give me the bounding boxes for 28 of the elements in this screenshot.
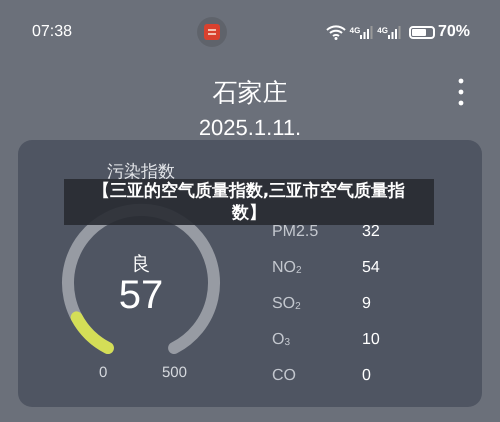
pollutant-value: 9 [362, 295, 371, 313]
pollutant-name: NO$_{2}$ [272, 259, 302, 277]
signal-icon [388, 26, 401, 38]
pollutant-value: 54 [362, 259, 380, 277]
pollutant-name: PM2.5 [272, 223, 318, 241]
scale-max: 500 [162, 363, 187, 383]
battery-icon [408, 26, 435, 38]
city-title: 石家庄 [212, 78, 288, 108]
pollutant-name: SO$_{2}$ [272, 295, 301, 313]
more-menu-icon[interactable] [458, 78, 464, 106]
scale-min: 0 [99, 363, 108, 383]
caption-text: 【三亚的空气质量指数,三亚市空气质量指数】 [92, 180, 406, 224]
network-label: 4G [377, 26, 388, 34]
quality-label: 良 [130, 253, 152, 275]
network-label: 4G [350, 26, 360, 34]
pollutant-value: 32 [362, 223, 380, 241]
pollutant-value: 10 [362, 331, 380, 349]
wifi-icon [326, 24, 346, 40]
date-text: 2025.1.11. [198, 114, 302, 142]
pollutant-name: CO [272, 367, 296, 385]
card-title: 污染指数 [107, 162, 175, 182]
aqi-value: 57 [118, 273, 164, 317]
pollutant-name: O$_{3}$ [272, 331, 290, 349]
clock-time: 07:38 [32, 23, 74, 41]
battery-percent: 70% [438, 23, 470, 41]
signal-icon [360, 26, 374, 38]
pollutant-value: 0 [362, 367, 371, 385]
app-icon[interactable] [197, 17, 227, 47]
